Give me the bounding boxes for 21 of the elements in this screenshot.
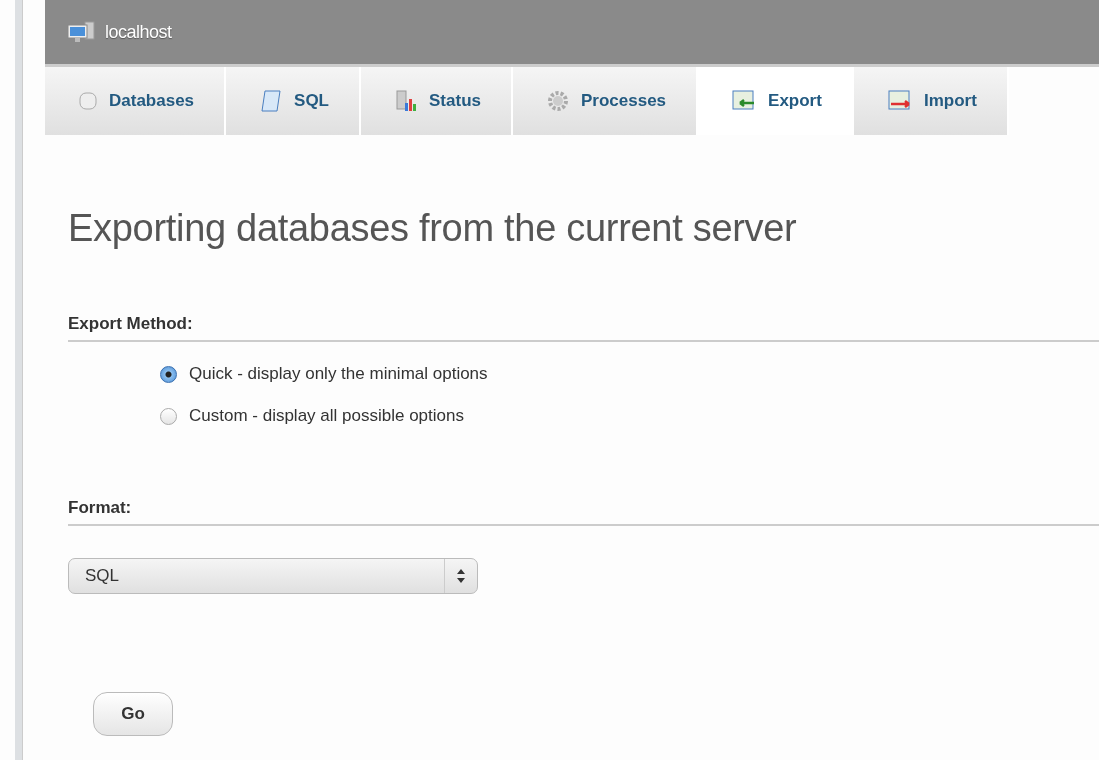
server-name: localhost bbox=[105, 21, 172, 43]
scroll-icon bbox=[260, 89, 283, 113]
tab[interactable]: Processes bbox=[513, 67, 699, 135]
gear-icon bbox=[547, 90, 569, 112]
tab[interactable]: SQL bbox=[226, 67, 361, 135]
tab[interactable]: Import bbox=[853, 67, 1009, 135]
section-heading: Format: bbox=[68, 498, 1099, 526]
section-heading: Export Method: bbox=[68, 314, 1099, 342]
tab[interactable]: Databases bbox=[45, 67, 227, 135]
computer-icon bbox=[67, 21, 95, 43]
page-heading: Exporting databases from the current server bbox=[68, 207, 798, 250]
go-button[interactable]: Go bbox=[93, 692, 173, 736]
database-icon bbox=[79, 90, 97, 112]
stepper-arrows-icon bbox=[457, 569, 465, 583]
server-chart-icon bbox=[395, 89, 417, 113]
tab[interactable]: Status bbox=[361, 67, 513, 135]
radio-button[interactable] bbox=[160, 407, 177, 425]
radio-button[interactable] bbox=[160, 365, 177, 383]
option-label: Custom - display all possible options bbox=[189, 406, 464, 426]
format-dropdown[interactable]: SQL bbox=[68, 558, 478, 594]
option-label: Quick - display only the minimal options bbox=[189, 364, 488, 384]
